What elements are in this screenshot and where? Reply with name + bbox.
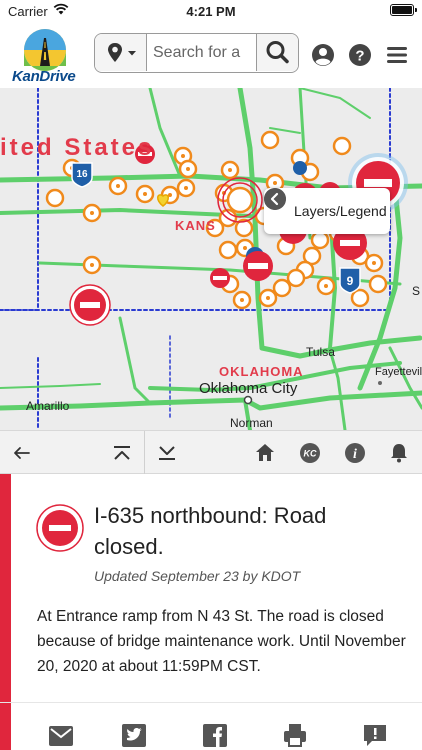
chevron-left-icon [264,188,286,210]
print-icon[interactable] [282,723,308,747]
search-button[interactable] [256,34,298,71]
app-screen: Carrier 4:21 PM KanDrive Search for a ? … [0,0,422,750]
clock: 4:21 PM [186,4,236,19]
map-label-country: ited States [0,134,155,161]
help-icon[interactable]: ? [347,42,373,68]
toolbar-divider [144,431,145,475]
search-bar [94,33,299,73]
search-icon [266,41,289,64]
highway-shield-9: 9 [339,267,361,294]
info-icon[interactable]: i [341,439,369,467]
kc-label: KC [304,449,317,459]
highway-shield-16: 16 [71,162,93,188]
location-icon [108,43,136,62]
menu-icon[interactable] [384,42,410,68]
account-icon[interactable] [310,42,336,68]
road-closed-icon [36,504,84,552]
notification-icon[interactable] [385,439,413,467]
event-description: At Entrance ramp from N 43 St. The road … [37,608,406,675]
svg-text:16: 16 [76,169,88,180]
map-label-oklahoma: OKLAHOMA [219,364,304,379]
search-input[interactable] [153,34,253,71]
app-header: KanDrive ? [0,22,422,88]
feedback-icon[interactable] [362,723,388,747]
collapse-bottom-icon[interactable] [153,439,181,467]
svg-text:?: ? [355,48,364,65]
status-bar: Carrier 4:21 PM [0,0,422,22]
panel-toolbar: KC i [0,430,422,475]
map-label-kansas: KANS [175,218,216,233]
map-label-amarillo: Amarillo [26,399,70,413]
map-label-state: S [412,284,421,298]
traffic-map[interactable]: 16 9 ited States KANS OKLAHOMA Tulsa Okl… [0,88,422,430]
facebook-icon[interactable] [202,723,228,747]
event-title: I-635 northbound: Road closed. [94,503,327,559]
event-severity-bar-bottom [0,703,11,750]
event-severity-bar [0,474,11,702]
logo-text: KanDrive [12,68,76,85]
map-label-tulsa: Tulsa [306,345,335,359]
home-icon[interactable] [251,439,279,467]
location-dropdown-button[interactable] [95,34,147,71]
map-label-norman: Norman [230,416,273,430]
layers-legend-button[interactable]: Layers/Legend [264,188,390,234]
svg-text:9: 9 [347,274,354,288]
map-label-fayetteville: Fayettevill [375,366,422,378]
event-updated: Updated September 23 by KDOT [94,568,301,584]
email-icon[interactable] [48,723,74,747]
map-label-oklahoma-city: Oklahoma City [199,380,298,397]
kc-icon[interactable]: KC [296,439,324,467]
collapse-top-icon[interactable] [108,439,136,467]
back-icon[interactable] [8,439,36,467]
event-detail-panel: I-635 northbound: Road closed. Updated S… [0,474,422,702]
battery-icon [390,4,417,16]
share-bar [0,702,422,750]
svg-text:i: i [353,447,357,462]
layers-legend-label: Layers/Legend [294,203,387,219]
twitter-icon[interactable] [121,723,147,747]
